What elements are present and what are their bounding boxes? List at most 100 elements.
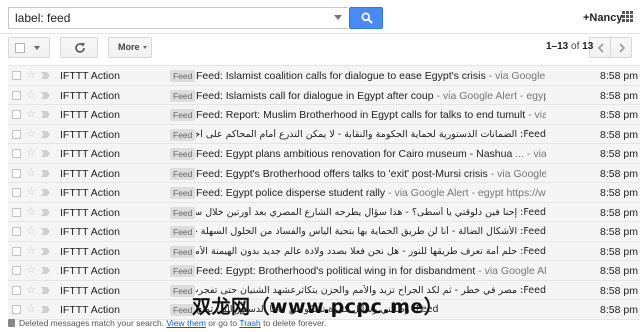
message-time: 8:58 pm [600,187,638,199]
search-button[interactable] [349,7,383,29]
message-row[interactable]: ☆ IFTTT Action Feed Feed: Egypt police disp… [8,183,640,203]
message-subject: Feed: Egypt's Brotherhood offers talks t… [196,168,546,180]
message-checkbox[interactable] [12,149,21,158]
search-input[interactable]: label: feed [8,7,348,29]
message-row[interactable]: ☆ IFTTT Action Feed Feed: الضمانات الدستوري… [8,124,640,144]
star-icon[interactable]: ☆ [26,283,36,296]
message-row[interactable]: ☆ IFTTT Action Feed Feed: الأشكال الضالة - … [8,222,640,242]
message-checkbox[interactable] [12,246,21,256]
message-time: 8:58 pm [600,128,638,141]
star-icon[interactable]: ☆ [26,263,36,276]
pagination-info: 1–13 of 13 [546,41,593,52]
importance-marker-icon[interactable] [41,306,50,313]
message-row[interactable]: ☆ IFTTT Action Feed Feed: Egypt's Brotherho… [8,163,640,183]
message-snippet: - via Google Alert - egypt https://www.g… [478,265,546,277]
label-badge[interactable]: Feed [170,70,196,82]
message-time: 8:58 pm [600,304,638,316]
importance-marker-icon[interactable] [41,189,50,196]
star-icon[interactable]: ☆ [26,205,36,218]
importance-marker-icon[interactable] [41,228,50,235]
view-deleted-link[interactable]: View them [166,318,206,328]
message-checkbox[interactable] [12,90,21,100]
message-snippet: - via Google Alert - egypt https://www.g… [388,187,546,199]
message-checkbox[interactable] [12,129,21,139]
importance-marker-icon[interactable] [41,150,50,157]
message-snippet: - via Google Alert - egypt https://www.g… [490,167,546,180]
label-badge[interactable]: Feed [170,245,196,258]
message-checkbox[interactable] [12,110,21,119]
message-snippet: - via Google Alert - egypt https://www.g… [436,89,546,102]
older-button[interactable] [610,37,632,58]
label-badge[interactable]: Feed [170,226,196,238]
subject-text: Feed: الأشكال الضالة - أنا لن طريق الحما… [196,226,546,237]
star-icon[interactable]: ☆ [26,244,36,257]
user-name-link[interactable]: +Nancy [583,12,622,24]
importance-marker-icon[interactable] [41,111,50,118]
more-label: More [118,42,140,52]
star-icon[interactable]: ☆ [26,302,36,315]
top-bar: label: feed +Nancy [0,0,640,34]
label-badge[interactable]: Feed [170,167,196,180]
star-icon[interactable]: ☆ [26,68,36,81]
message-row[interactable]: ☆ IFTTT Action Feed Feed: حلم أمة تعرف طريق… [8,241,640,261]
message-sender: IFTTT Action [60,187,120,199]
message-row[interactable]: ☆ IFTTT Action Feed Feed: Egypt: Brotherhoo… [8,261,640,281]
label-badge[interactable]: Feed [170,187,196,199]
subject-text: Feed: Egypt's Brotherhood offers talks t… [196,167,488,180]
star-icon[interactable]: ☆ [26,146,36,159]
refresh-button[interactable] [60,37,98,58]
message-row[interactable]: ☆ IFTTT Action Feed Feed: Islamists call fo… [8,85,640,105]
message-checkbox[interactable] [12,285,21,295]
more-button[interactable]: More [108,37,152,58]
select-all-checkbox[interactable] [15,43,25,53]
message-sender: IFTTT Action [60,70,120,82]
importance-marker-icon[interactable] [41,130,50,138]
message-time: 8:58 pm [600,265,638,277]
label-badge[interactable]: Feed [170,265,196,277]
message-checkbox[interactable] [12,227,21,236]
label-badge[interactable]: Feed [170,109,196,121]
message-checkbox[interactable] [12,188,21,197]
message-subject: Feed: Report: Muslim Brotherhood in Egyp… [196,109,546,121]
message-snippet: - via Google Alert - egypt https://www.g… [488,70,546,82]
footer-text-3: to delete forever. [260,318,327,328]
message-sender: IFTTT Action [60,109,120,121]
message-row[interactable]: ☆ IFTTT Action Feed Feed: Islamist coalitio… [8,66,640,86]
message-snippet: - via Google Alert - egypt https://w [528,109,546,121]
label-badge[interactable]: Feed [170,128,196,141]
star-icon[interactable]: ☆ [26,88,36,101]
star-icon[interactable]: ☆ [26,166,36,179]
importance-marker-icon[interactable] [41,286,50,294]
apps-grid-icon[interactable] [622,11,633,22]
message-sender: IFTTT Action [60,89,120,102]
search-options-chevron-icon[interactable] [334,15,342,20]
label-badge[interactable]: Feed [170,148,196,160]
importance-marker-icon[interactable] [41,208,50,216]
importance-marker-icon[interactable] [41,72,50,79]
message-row[interactable]: ☆ IFTTT Action Feed Feed: إحنا فين دلوقتي ي… [8,202,640,222]
toolbar: More [0,34,640,62]
message-checkbox[interactable] [12,305,21,314]
message-row[interactable]: ☆ IFTTT Action Feed Feed: Egypt plans ambit… [8,144,640,164]
importance-marker-icon[interactable] [41,169,50,177]
importance-marker-icon[interactable] [41,247,50,255]
message-row[interactable]: ☆ IFTTT Action Feed Feed: Report: Muslim Br… [8,105,640,125]
message-checkbox[interactable] [12,207,21,217]
star-icon[interactable]: ☆ [26,185,36,198]
message-subject: Feed: Egypt: Brotherhood's political win… [196,265,546,277]
message-checkbox[interactable] [12,71,21,80]
importance-marker-icon[interactable] [41,91,50,99]
importance-marker-icon[interactable] [41,267,50,274]
star-icon[interactable]: ☆ [26,224,36,237]
select-button[interactable] [8,37,50,58]
star-icon[interactable]: ☆ [26,127,36,140]
label-badge[interactable]: Feed [170,89,196,102]
message-subject: Feed: Egypt plans ambitious renovation f… [196,148,546,160]
label-badge[interactable]: Feed [170,206,196,219]
trash-link[interactable]: Trash [239,318,260,328]
trash-icon [8,319,15,327]
message-checkbox[interactable] [12,266,21,275]
message-checkbox[interactable] [12,168,21,178]
star-icon[interactable]: ☆ [26,107,36,120]
message-subject: Feed: Islamist coalition calls for dialo… [196,70,546,82]
